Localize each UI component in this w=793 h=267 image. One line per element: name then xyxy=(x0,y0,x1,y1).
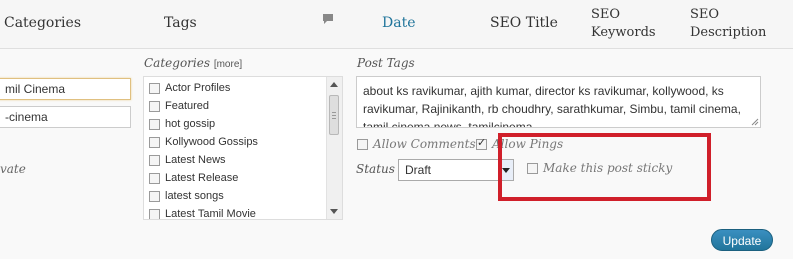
category-item[interactable]: Featured xyxy=(149,97,342,115)
category-checkbox[interactable] xyxy=(149,118,160,130)
panel-footer-space xyxy=(0,259,793,267)
column-seo-title: SEO Title xyxy=(490,15,558,31)
category-item[interactable]: Kollywood Gossips xyxy=(149,133,342,151)
category-label: Latest Release xyxy=(165,172,239,184)
category-item[interactable]: Actor Profiles xyxy=(149,79,342,97)
category-label: Featured xyxy=(165,100,210,112)
category-checkbox[interactable] xyxy=(149,136,160,148)
post-tags-textarea[interactable]: about ks ravikumar, ajith kumar, directo… xyxy=(356,76,761,128)
category-item[interactable]: latest songs xyxy=(149,187,342,205)
status-label: Status xyxy=(356,162,395,176)
allow-pings-checkbox[interactable] xyxy=(476,136,487,150)
category-item[interactable]: Latest Tamil Movie xyxy=(149,205,342,220)
update-button[interactable]: Update xyxy=(711,229,773,251)
status-select[interactable]: Draft xyxy=(398,159,514,181)
category-checkbox[interactable] xyxy=(149,100,160,112)
category-item[interactable]: hot gossip xyxy=(149,115,342,133)
comment-bubble-icon xyxy=(323,14,333,24)
post-tags-label: Post Tags xyxy=(357,56,415,70)
resize-grip-icon[interactable] xyxy=(751,118,759,126)
category-slug-field[interactable]: mil Cinema xyxy=(0,78,131,100)
category-checkbox[interactable] xyxy=(149,154,160,166)
allow-comments-checkbox[interactable] xyxy=(357,138,368,150)
categories-scrollbar[interactable] xyxy=(326,77,342,219)
scroll-thumb[interactable] xyxy=(329,95,339,135)
category-label: Latest Tamil Movie xyxy=(165,208,256,220)
column-date[interactable]: Date xyxy=(382,14,415,32)
column-seo-description: SEO Description xyxy=(690,7,767,40)
table-header: Categories Tags Date SEO Title SEO Keywor… xyxy=(0,0,793,49)
scroll-down-arrow-icon[interactable] xyxy=(330,209,338,214)
slug-field[interactable]: -cinema xyxy=(0,106,131,128)
category-item[interactable]: Latest News xyxy=(149,151,342,169)
post-tags-value: about ks ravikumar, ajith kumar, directo… xyxy=(363,84,741,128)
category-label: latest songs xyxy=(165,190,224,202)
category-label: Latest News xyxy=(165,154,226,166)
column-tags: Tags xyxy=(164,15,197,31)
category-label: hot gossip xyxy=(165,118,216,130)
category-checkbox[interactable] xyxy=(149,172,160,184)
categories-checklist[interactable]: Actor Profiles Featured hot gossip Kollywoo… xyxy=(143,76,343,220)
private-label: vate xyxy=(0,162,26,176)
column-seo-keywords: SEO Keywords xyxy=(591,7,656,40)
scroll-up-arrow-icon[interactable] xyxy=(330,82,338,87)
more-link[interactable]: [more] xyxy=(214,59,242,70)
category-item[interactable]: Latest Release xyxy=(149,169,342,187)
categories-label: Categories [more] xyxy=(144,56,243,70)
category-checkbox[interactable] xyxy=(149,190,160,202)
highlight-annotation-box xyxy=(498,133,711,201)
category-label: Kollywood Gossips xyxy=(165,136,258,148)
category-label: Actor Profiles xyxy=(165,82,231,94)
allow-comments-option[interactable]: Allow Comments xyxy=(357,137,476,151)
category-checkbox[interactable] xyxy=(149,208,160,219)
category-checkbox[interactable] xyxy=(149,82,160,94)
column-categories: Categories xyxy=(4,15,81,31)
